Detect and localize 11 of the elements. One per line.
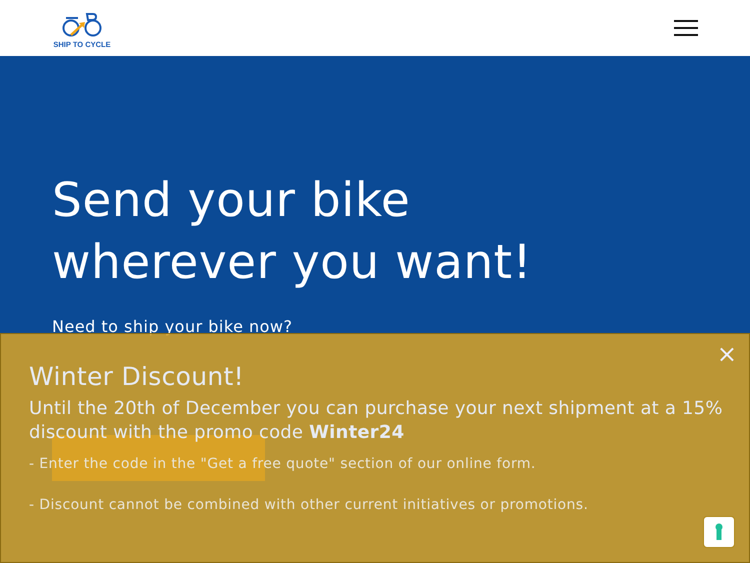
- menu-icon[interactable]: [674, 20, 698, 36]
- hero-title: wherever you want!: [52, 234, 532, 292]
- hero-title: Send your bike: [52, 172, 410, 230]
- hero-text: Need to ship your bike now?: [52, 316, 293, 338]
- accessibility-button[interactable]: [703, 516, 735, 548]
- banner-title: Winter Discount!: [29, 361, 244, 393]
- banner-note: - Discount cannot be combined with other current initiatives or promotions.: [29, 496, 588, 515]
- banner-note: - Enter the code in the "Get a free quote" section of our online form.: [29, 455, 536, 474]
- banner-subtitle: Until the 20th of December you can purchase your next shipment at a 15% discount with the promo code Winter24: [29, 397, 724, 445]
- keyhole-icon: [714, 523, 724, 541]
- bicycle-logo-icon: [62, 11, 102, 39]
